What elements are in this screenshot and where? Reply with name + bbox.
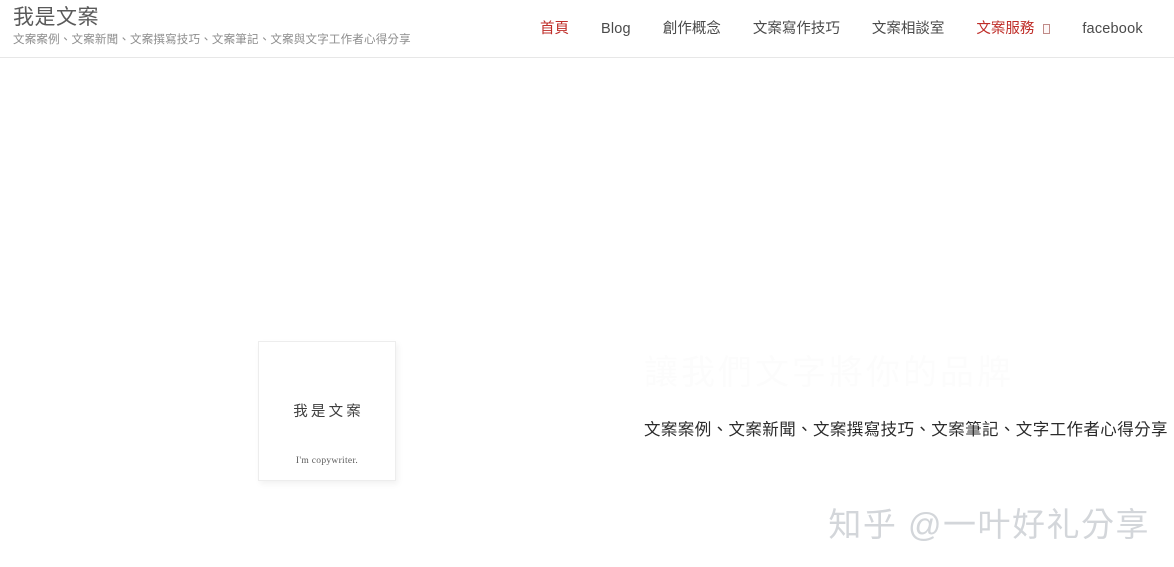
missing-glyph-box-icon <box>1043 24 1051 34</box>
nav-item-blog-label: Blog <box>601 21 631 37</box>
nav-item-copywriting-service-label: 文案服務 <box>976 21 1035 37</box>
nav-item-copywriting-skills-label: 文案寫作技巧 <box>752 21 840 37</box>
nav-item-copywriting-service[interactable]: 文案服務 <box>976 19 1051 39</box>
hero-card-subtitle: I'm copywriter. <box>295 456 359 466</box>
site-header: 我是文案 文案案例、文案新聞、文案撰寫技巧、文案筆記、文案與文字工作者心得分享 … <box>0 0 1174 58</box>
brand-tagline: 文案案例、文案新聞、文案撰寫技巧、文案筆記、文案與文字工作者心得分享 <box>13 34 411 46</box>
nav-item-consulting-room[interactable]: 文案相談室 <box>872 19 945 39</box>
nav-item-facebook-label: facebook <box>1082 21 1143 37</box>
hero-headline: 讓我們文字將你的品牌 <box>644 354 1014 392</box>
nav-item-creative-concept-label: 創作概念 <box>662 21 721 37</box>
nav-item-creative-concept[interactable]: 創作概念 <box>663 19 721 39</box>
main-navigation: 首頁 Blog 創作概念 文案寫作技巧 文案相談室 文案服務 facebook <box>540 19 1143 39</box>
hero-section: 我是文案 I'm copywriter. 讓我們文字將你的品牌 文案案例、文案新… <box>0 58 1174 567</box>
nav-item-home-label: 首頁 <box>540 21 569 37</box>
nav-item-blog[interactable]: Blog <box>601 19 631 39</box>
brand-title: 我是文案 <box>13 6 99 29</box>
hero-business-card: 我是文案 I'm copywriter. <box>258 341 396 481</box>
zhihu-watermark: 知乎 @一叶好礼分享 <box>828 506 1150 543</box>
nav-item-consulting-room-label: 文案相談室 <box>871 21 945 37</box>
site-brand[interactable]: 我是文案 文案案例、文案新聞、文案撰寫技巧、文案筆記、文案與文字工作者心得分享 <box>0 0 411 47</box>
nav-item-copywriting-skills[interactable]: 文案寫作技巧 <box>753 19 840 39</box>
hero-subline: 文案案例、文案新聞、文案撰寫技巧、文案筆記、文字工作者心得分享 <box>644 421 1168 439</box>
hero-card-title: 我是文案 <box>293 404 364 420</box>
nav-item-home[interactable]: 首頁 <box>540 19 569 39</box>
nav-item-facebook[interactable]: facebook <box>1082 19 1142 39</box>
